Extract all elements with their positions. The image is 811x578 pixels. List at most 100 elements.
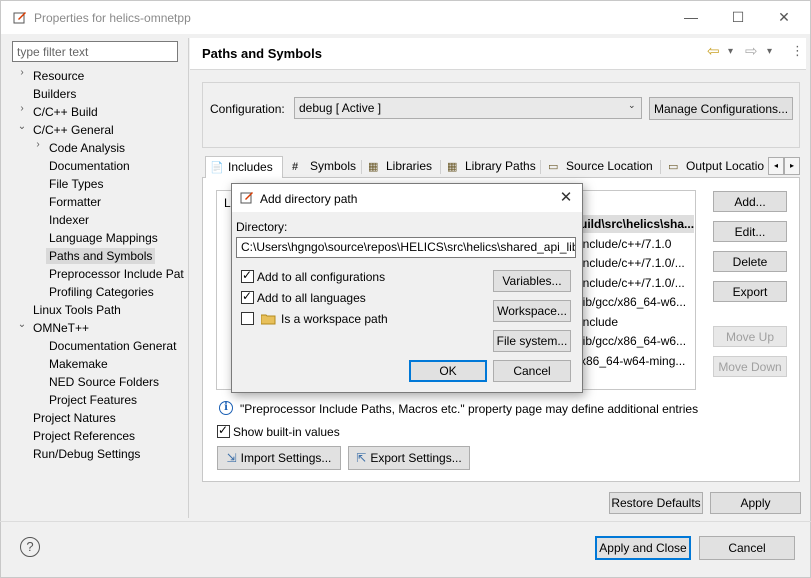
tree-item-label: Paths and Symbols (46, 248, 156, 264)
close-window-button[interactable]: ✕ (771, 6, 797, 28)
tab-symbols[interactable]: # Symbols (288, 156, 356, 178)
info-message: "Preprocessor Include Paths, Macros etc.… (240, 402, 699, 416)
tab-output-location[interactable]: ▭ Output Locatio (664, 156, 768, 178)
file-system-button[interactable]: File system... (493, 330, 571, 352)
tree-item[interactable]: File Types (49, 175, 103, 193)
list-item[interactable]: include/c++/7.1.0 (580, 235, 694, 253)
includes-icon: 📄 (210, 162, 224, 174)
tab-libraries[interactable]: ▦ Libraries (364, 156, 432, 178)
apply-and-close-button[interactable]: Apply and Close (595, 536, 691, 560)
add-to-all-languages-label: Add to all languages (257, 291, 366, 305)
configuration-select[interactable]: debug [ Active ] (294, 97, 642, 119)
list-item[interactable]: x86_64-w64-ming... (580, 352, 694, 370)
back-arrow-icon[interactable]: ⇦ (707, 42, 720, 60)
tab-scroll-left-button[interactable]: ◂ (768, 157, 784, 175)
tree-item[interactable]: Builders (33, 85, 76, 103)
restore-defaults-button[interactable]: Restore Defaults (609, 492, 703, 514)
tree-item-label: Documentation Generat (49, 339, 177, 353)
tree-item[interactable]: Run/Debug Settings (33, 445, 140, 463)
list-item[interactable]: lib/gcc/x86_64-w6... (580, 332, 694, 350)
tree-item[interactable]: C/C++ General (33, 121, 114, 139)
back-menu-chevron-icon[interactable]: ▾ (728, 46, 733, 62)
import-icon: ⇲ (226, 451, 237, 465)
tree-item[interactable]: Project References (33, 427, 135, 445)
minimize-button[interactable]: — (678, 6, 704, 28)
tab-library-paths[interactable]: ▦ Library Paths (443, 156, 536, 178)
chevron-right-icon[interactable]: › (33, 139, 43, 157)
tree-item[interactable]: Project Natures (33, 409, 116, 427)
tree-item[interactable]: Profiling Categories (49, 283, 154, 301)
delete-button[interactable]: Delete (713, 251, 787, 272)
chevron-down-icon[interactable]: ⌄ (17, 121, 27, 139)
tree-item[interactable]: Makemake (49, 355, 108, 373)
add-to-all-configurations-checkbox[interactable] (241, 268, 254, 283)
list-item[interactable]: include (580, 313, 694, 331)
cancel-button[interactable]: Cancel (699, 536, 795, 560)
tree-item[interactable]: Indexer (49, 211, 89, 229)
list-item[interactable]: include/c++/7.1.0/... (580, 274, 694, 292)
export-button[interactable]: Export (713, 281, 787, 302)
move-up-button[interactable]: Move Up (713, 326, 787, 347)
dialog-title: Add directory path (260, 192, 358, 206)
tree-item-label: C/C++ General (33, 123, 114, 137)
variables-button[interactable]: Variables... (493, 270, 571, 292)
tree-item[interactable]: Documentation Generat (49, 337, 176, 355)
tree-item[interactable]: NED Source Folders (49, 373, 159, 391)
list-item[interactable]: uild\src\helics\sha... (580, 215, 694, 233)
tree-item[interactable]: Documentation (49, 157, 130, 175)
add-button[interactable]: Add... (713, 191, 787, 212)
tree-item[interactable]: Preprocessor Include Pat (49, 265, 184, 283)
export-settings-button[interactable]: ⇱ Export Settings... (348, 446, 470, 470)
configuration-label: Configuration: (210, 102, 285, 116)
tree-item[interactable]: Resource (33, 67, 84, 85)
move-down-button[interactable]: Move Down (713, 356, 787, 377)
tree-item[interactable]: Project Features (49, 391, 137, 409)
dialog-ok-button[interactable]: OK (409, 360, 487, 382)
dialog-close-icon[interactable]: ✕ (556, 188, 576, 208)
import-settings-button[interactable]: ⇲ Import Settings... (217, 446, 341, 470)
page-title: Paths and Symbols (202, 46, 322, 61)
tree-item[interactable]: OMNeT++ (33, 319, 89, 337)
tab-includes[interactable]: 📄 Includes (205, 156, 283, 178)
show-builtin-checkbox[interactable] (217, 423, 230, 438)
tree-item[interactable]: C/C++ Build (33, 103, 98, 121)
edit-button[interactable]: Edit... (713, 221, 787, 242)
chevron-right-icon[interactable]: › (17, 67, 27, 85)
dialog-cancel-button[interactable]: Cancel (493, 360, 571, 382)
chevron-right-icon[interactable]: › (17, 103, 27, 121)
forward-arrow-icon[interactable]: ⇨ (745, 42, 758, 60)
tab-separator (660, 160, 661, 174)
library-path-icon: ▦ (447, 161, 458, 173)
tree-item[interactable]: Formatter (49, 193, 101, 211)
tree-item[interactable]: Linux Tools Path (33, 301, 121, 319)
workspace-button[interactable]: Workspace... (493, 300, 571, 322)
info-icon: i (219, 401, 233, 415)
output-folder-icon: ▭ (668, 161, 679, 173)
forward-menu-chevron-icon[interactable]: ▾ (767, 46, 772, 62)
tab-separator (540, 160, 541, 174)
apply-button[interactable]: Apply (710, 492, 801, 514)
show-builtin-label: Show built-in values (233, 425, 340, 439)
workspace-path-checkbox[interactable] (241, 312, 254, 325)
tab-source-location[interactable]: ▭ Source Location (544, 156, 653, 178)
manage-configurations-button[interactable]: Manage Configurations... (649, 97, 793, 120)
maximize-button[interactable]: ☐ (725, 6, 751, 28)
tree-item-label: Makemake (49, 357, 108, 371)
export-icon: ⇱ (356, 451, 367, 465)
chevron-down-icon[interactable]: ⌄ (628, 100, 636, 111)
help-icon[interactable]: ? (20, 537, 40, 557)
directory-input[interactable]: C:\Users\hgngo\source\repos\HELICS\src\h… (236, 237, 576, 258)
tab-separator (440, 160, 441, 174)
filter-input[interactable] (12, 41, 178, 62)
list-item[interactable]: include/c++/7.1.0/... (580, 254, 694, 272)
tree-item[interactable]: Language Mappings (49, 229, 158, 247)
window-title: Properties for helics-omnetpp (34, 11, 191, 25)
tree-item[interactable]: Code Analysis (49, 139, 125, 157)
tree-item[interactable]: Paths and Symbols (46, 247, 156, 265)
add-to-all-languages-checkbox[interactable] (241, 289, 254, 304)
tab-scroll-right-button[interactable]: ▸ (784, 157, 800, 175)
list-item[interactable]: lib/gcc/x86_64-w6... (580, 293, 694, 311)
view-menu-icon[interactable]: ⋮ (791, 43, 804, 59)
chevron-down-icon[interactable]: ⌄ (17, 319, 27, 337)
tree-item-label: NED Source Folders (49, 375, 160, 389)
